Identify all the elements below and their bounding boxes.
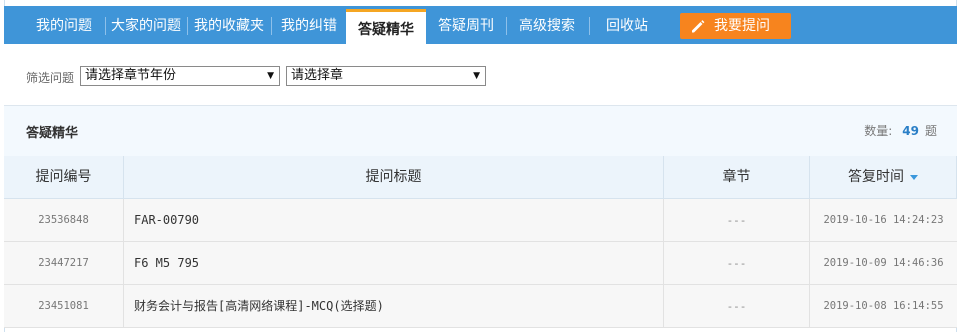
table-row[interactable]: 23451081 财务会计与报告[高清网络课程]-MCQ(选择题) --- 20…	[4, 285, 957, 328]
chapter-year-select-value: 请选择章节年份	[85, 68, 177, 83]
column-header-chapter: 章节	[664, 156, 810, 198]
row-title-cell: 财务会计与报告[高清网络课程]-MCQ(选择题)	[124, 285, 664, 327]
section-header: 答疑精华 数量: 49 题	[4, 106, 957, 156]
reply-time: 2019-10-08 16:14:55	[823, 300, 944, 312]
column-header-title-label: 提问标题	[365, 169, 422, 185]
column-header-reply-time[interactable]: 答复时间	[810, 156, 957, 198]
chapter-select[interactable]: 请选择章 ▼	[286, 66, 486, 86]
pencil-icon	[692, 20, 705, 33]
ask-question-label: 我要提问	[714, 18, 770, 34]
question-title-link[interactable]: FAR-00790	[134, 199, 199, 242]
section-title: 答疑精华	[26, 126, 79, 141]
column-header-reply-time-label[interactable]: 答复时间	[848, 169, 904, 185]
chapter-select-value: 请选择章	[291, 68, 344, 83]
reply-time: 2019-10-16 14:24:23	[823, 214, 944, 226]
dropdown-arrow-icon: ▼	[267, 71, 274, 81]
tab-my-questions[interactable]: 我的问题	[26, 6, 102, 44]
row-title-cell: F6 M5 795	[124, 242, 664, 284]
tab-recycle-bin[interactable]: 回收站	[590, 6, 664, 44]
row-chapter-cell: ---	[664, 242, 810, 284]
row-id-cell: 23447217	[4, 242, 124, 284]
ask-question-button[interactable]: 我要提问	[680, 13, 791, 39]
chapter-year-select[interactable]: 请选择章节年份 ▼	[80, 66, 280, 86]
tab-everyone-questions[interactable]: 大家的问题	[106, 6, 186, 44]
column-header-title: 提问标题	[124, 156, 664, 198]
tab-my-corrections[interactable]: 我的纠错	[272, 6, 346, 44]
row-chapter-cell: ---	[664, 285, 810, 327]
filter-label: 筛选问题	[26, 71, 75, 85]
question-title-link[interactable]: F6 M5 795	[134, 242, 199, 285]
questions-table: 提问编号 提问标题 章节 答复时间 23536848 FAR-00790 ---…	[4, 156, 957, 328]
question-title-link[interactable]: 财务会计与报告[高清网络课程]-MCQ(选择题)	[134, 285, 384, 328]
row-time-cell: 2019-10-16 14:24:23	[810, 199, 957, 241]
dropdown-arrow-icon: ▼	[473, 71, 480, 81]
filter-bar: 筛选问题 请选择章节年份 ▼ 请选择章 ▼	[4, 44, 957, 106]
question-chapter: ---	[726, 257, 747, 270]
tab-qa-highlights[interactable]: 答疑精华	[346, 9, 426, 47]
count-unit: 题	[924, 124, 937, 138]
tab-qa-weekly[interactable]: 答疑周刊	[428, 6, 504, 44]
column-header-reply-time-wrap[interactable]: 答复时间	[810, 156, 956, 199]
table-row[interactable]: 23536848 FAR-00790 --- 2019-10-16 14:24:…	[4, 199, 957, 242]
row-title-cell: FAR-00790	[124, 199, 664, 241]
column-header-id: 提问编号	[4, 156, 124, 198]
row-time-cell: 2019-10-09 14:46:36	[810, 242, 957, 284]
question-chapter: ---	[726, 214, 747, 227]
question-count: 数量: 49 题	[864, 122, 937, 139]
count-label: 数量:	[864, 124, 893, 138]
reply-time: 2019-10-09 14:46:36	[823, 257, 944, 269]
table-row[interactable]: 23447217 F6 M5 795 --- 2019-10-09 14:46:…	[4, 242, 957, 285]
table-header-row: 提问编号 提问标题 章节 答复时间	[4, 156, 957, 199]
column-header-chapter-label: 章节	[722, 169, 751, 185]
row-chapter-cell: ---	[664, 199, 810, 241]
column-header-id-label: 提问编号	[35, 169, 92, 185]
row-time-cell: 2019-10-08 16:14:55	[810, 285, 957, 327]
question-id: 23536848	[38, 214, 89, 226]
count-value: 49	[902, 124, 919, 138]
top-nav: 我的问题 大家的问题 我的收藏夹 我的纠错 答疑精华 答疑周刊 高级搜索 回收站…	[4, 6, 957, 47]
question-id: 23447217	[38, 257, 89, 269]
question-chapter: ---	[726, 300, 747, 313]
row-id-cell: 23451081	[4, 285, 124, 327]
tab-advanced-search[interactable]: 高级搜索	[507, 6, 587, 44]
sort-desc-icon[interactable]	[910, 174, 918, 180]
question-id: 23451081	[38, 300, 89, 312]
tab-favorites[interactable]: 我的收藏夹	[188, 6, 270, 44]
row-id-cell: 23536848	[4, 199, 124, 241]
